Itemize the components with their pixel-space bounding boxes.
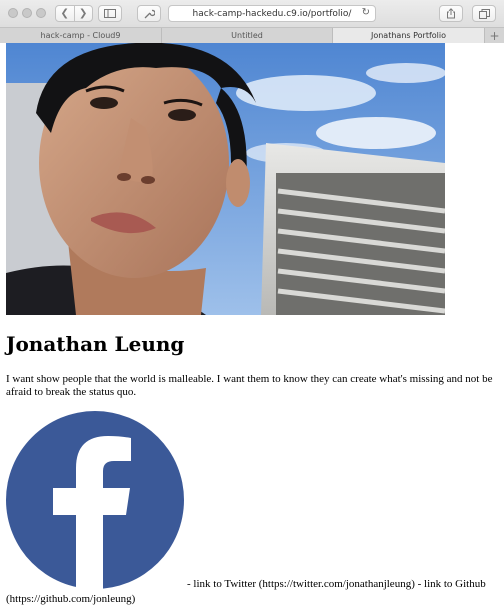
links-text-line-1: - link to Twitter (https://twitter.com/j… bbox=[187, 578, 486, 590]
bio-text: I want show people that the world is mal… bbox=[6, 373, 493, 398]
page-content: Jonathan Leung I want show people that t… bbox=[0, 43, 504, 611]
links-text-line-2: (https://github.com/jonleung) bbox=[6, 593, 136, 605]
browser-toolbar: ❮ ❯ hack-camp-hackedu.c9.io/portfolio/ ↻ bbox=[0, 0, 504, 26]
facebook-logo-icon[interactable] bbox=[6, 411, 184, 589]
address-bar-url: hack-camp-hackedu.c9.io/portfolio/ bbox=[192, 8, 352, 19]
chevron-left-icon[interactable]: ❮ bbox=[56, 6, 74, 21]
profile-photo-image bbox=[6, 43, 445, 315]
tab-label: Jonathans Portfolio bbox=[370, 31, 447, 40]
reload-icon[interactable]: ↻ bbox=[362, 7, 370, 18]
wrench-icon bbox=[144, 9, 155, 19]
facebook-logo-graphic bbox=[6, 411, 184, 589]
tab-portfolio[interactable]: Jonathans Portfolio bbox=[333, 28, 485, 43]
profile-photo bbox=[6, 43, 445, 315]
tab-untitled[interactable]: Untitled bbox=[162, 28, 333, 43]
share-icon bbox=[447, 8, 455, 19]
address-bar[interactable]: hack-camp-hackedu.c9.io/portfolio/ ↻ bbox=[168, 5, 376, 22]
page-title: Jonathan Leung bbox=[6, 332, 185, 356]
tabs-overview-icon bbox=[478, 8, 490, 19]
sidebar-button[interactable] bbox=[98, 5, 122, 22]
new-tab-button[interactable]: + bbox=[485, 28, 504, 43]
tab-label: hack-camp - Cloud9 bbox=[40, 31, 121, 40]
plus-icon: + bbox=[489, 28, 500, 43]
tools-button[interactable] bbox=[137, 5, 161, 22]
history-nav: ❮ ❯ bbox=[55, 5, 93, 22]
share-button[interactable] bbox=[439, 5, 463, 22]
tab-cloud9[interactable]: hack-camp - Cloud9 bbox=[0, 28, 162, 43]
sidebar-icon bbox=[104, 9, 116, 18]
tab-label: Untitled bbox=[231, 31, 263, 40]
tabs-overview-button[interactable] bbox=[472, 5, 496, 22]
chevron-right-icon[interactable]: ❯ bbox=[73, 6, 93, 21]
zoom-window-button[interactable] bbox=[36, 8, 46, 18]
tab-bar: hack-camp - Cloud9 Untitled Jonathans Po… bbox=[0, 27, 504, 43]
minimize-window-button[interactable] bbox=[22, 8, 32, 18]
close-window-button[interactable] bbox=[8, 8, 18, 18]
browser-chrome: ❮ ❯ hack-camp-hackedu.c9.io/portfolio/ ↻ bbox=[0, 0, 504, 43]
